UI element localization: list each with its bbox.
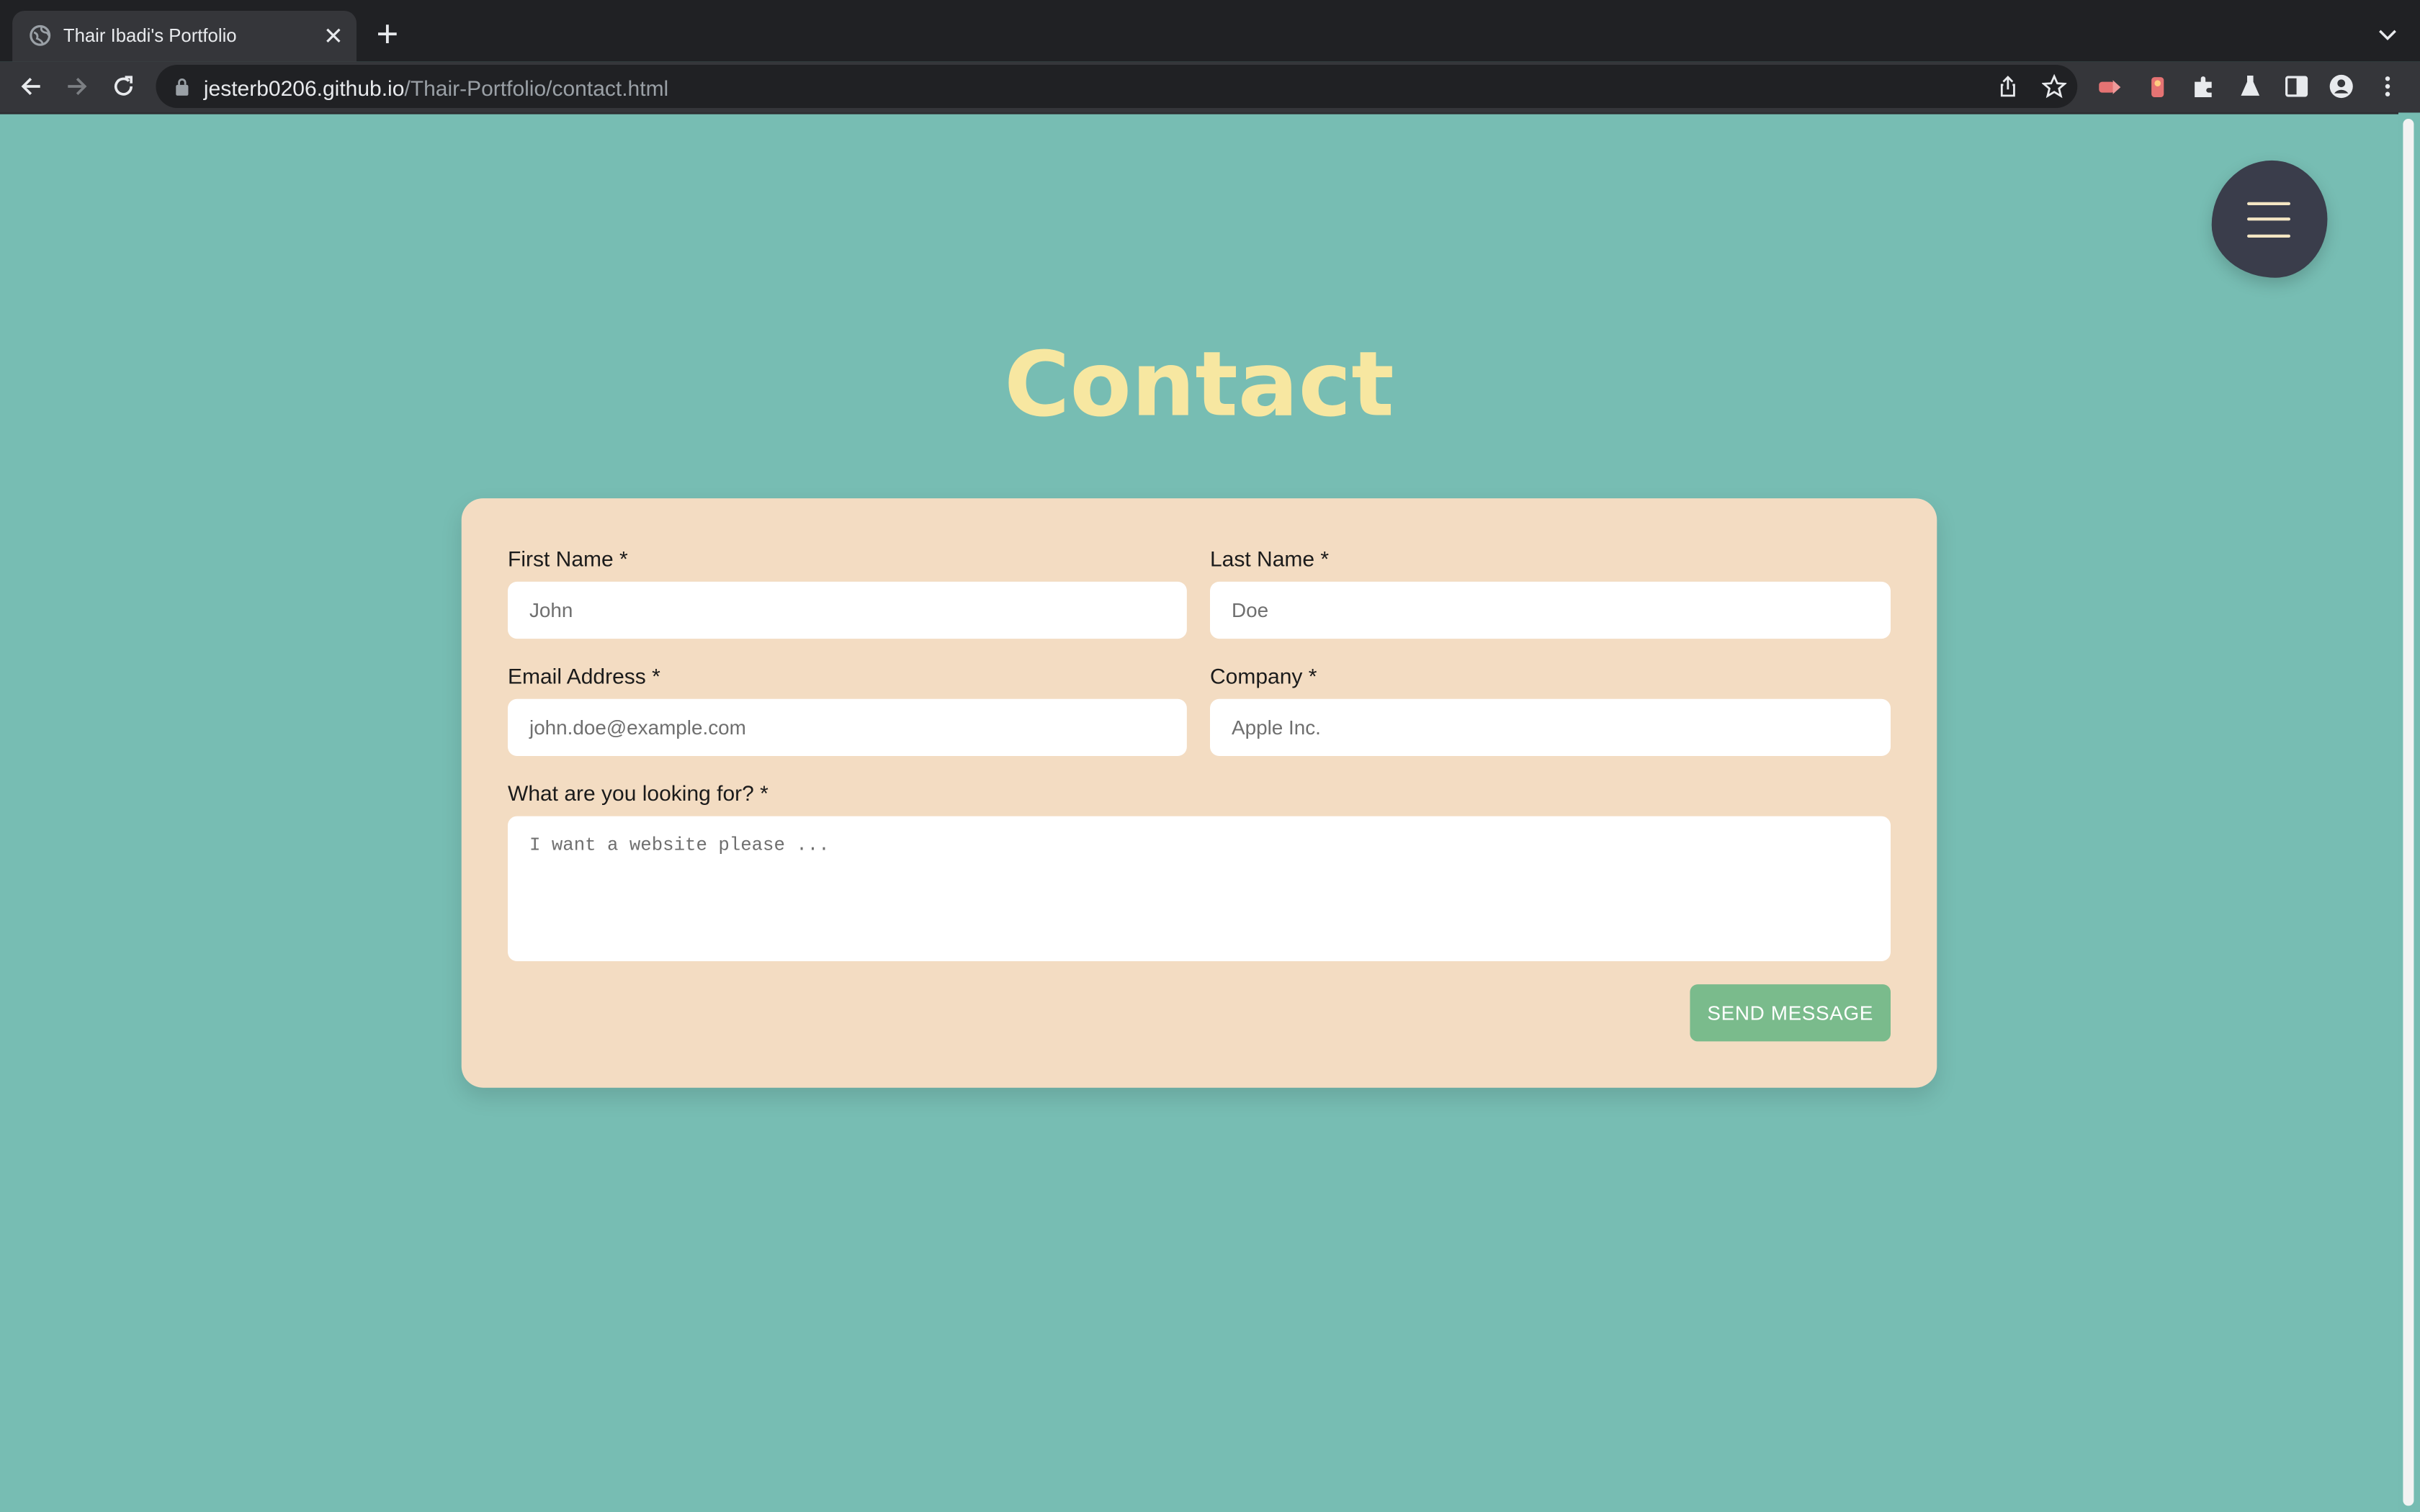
first-name-field[interactable]: John xyxy=(508,581,1187,639)
tab-title: Thair Ibadi's Portfolio xyxy=(63,24,237,47)
url-host: jesterb0206.github.io xyxy=(203,76,405,101)
email-field[interactable]: john.doe@example.com xyxy=(508,698,1187,756)
share-icon[interactable] xyxy=(1996,74,2020,99)
address-bar[interactable]: jesterb0206.github.io/Thair-Portfolio/co… xyxy=(156,65,2078,108)
lock-icon xyxy=(176,78,189,96)
last-name-placeholder: Doe xyxy=(1232,598,1269,622)
tab-strip: Thair Ibadi's Portfolio xyxy=(0,0,2420,62)
message-textarea[interactable]: I want a website please ... xyxy=(508,816,1891,961)
chevron-down-icon[interactable] xyxy=(2375,22,2400,46)
side-panel-icon[interactable] xyxy=(2284,74,2308,99)
close-icon[interactable] xyxy=(321,23,346,48)
browser-window: Thair Ibadi's Portfolio jesterb0206.gith… xyxy=(0,0,2420,1512)
extension-icon[interactable] xyxy=(2146,74,2170,99)
menu-button[interactable] xyxy=(2211,160,2328,278)
contact-form: First Name * John Last Name * Doe Email … xyxy=(461,498,1937,1088)
profile-icon[interactable] xyxy=(2329,74,2354,99)
first-name-placeholder: John xyxy=(529,598,573,622)
back-arrow-icon[interactable] xyxy=(17,73,45,101)
last-name-label: Last Name * xyxy=(1210,546,1330,571)
browser-toolbar: jesterb0206.github.io/Thair-Portfolio/co… xyxy=(0,61,2420,114)
email-placeholder: john.doe@example.com xyxy=(529,716,746,739)
reload-icon[interactable] xyxy=(109,73,138,101)
url-text: jesterb0206.github.io/Thair-Portfolio/co… xyxy=(204,76,668,100)
email-label: Email Address * xyxy=(508,663,660,688)
url-path: /Thair-Portfolio/contact.html xyxy=(404,76,669,101)
page-title: Contact xyxy=(1004,331,1394,437)
scrollbar-thumb[interactable] xyxy=(2403,119,2414,1506)
company-field[interactable]: Apple Inc. xyxy=(1210,698,1891,756)
star-icon[interactable] xyxy=(2042,73,2067,99)
first-name-label: First Name * xyxy=(508,546,628,571)
more-vertical-icon[interactable] xyxy=(2375,74,2400,99)
globe-icon xyxy=(30,24,51,46)
extension-icon[interactable] xyxy=(2097,74,2122,99)
tab-active[interactable]: Thair Ibadi's Portfolio xyxy=(12,11,357,62)
message-placeholder: I want a website please ... xyxy=(529,834,830,857)
company-placeholder: Apple Inc. xyxy=(1232,716,1321,739)
message-label: What are you looking for? * xyxy=(508,780,768,806)
last-name-field[interactable]: Doe xyxy=(1210,581,1891,639)
flask-icon[interactable] xyxy=(2238,74,2262,99)
send-message-button[interactable]: SEND MESSAGE xyxy=(1690,984,1891,1042)
company-label: Company * xyxy=(1210,663,1317,688)
new-tab-icon[interactable] xyxy=(375,22,400,46)
forward-arrow-icon[interactable] xyxy=(63,73,91,101)
puzzle-icon[interactable] xyxy=(2192,74,2216,99)
scrollbar[interactable] xyxy=(2398,112,2420,1512)
